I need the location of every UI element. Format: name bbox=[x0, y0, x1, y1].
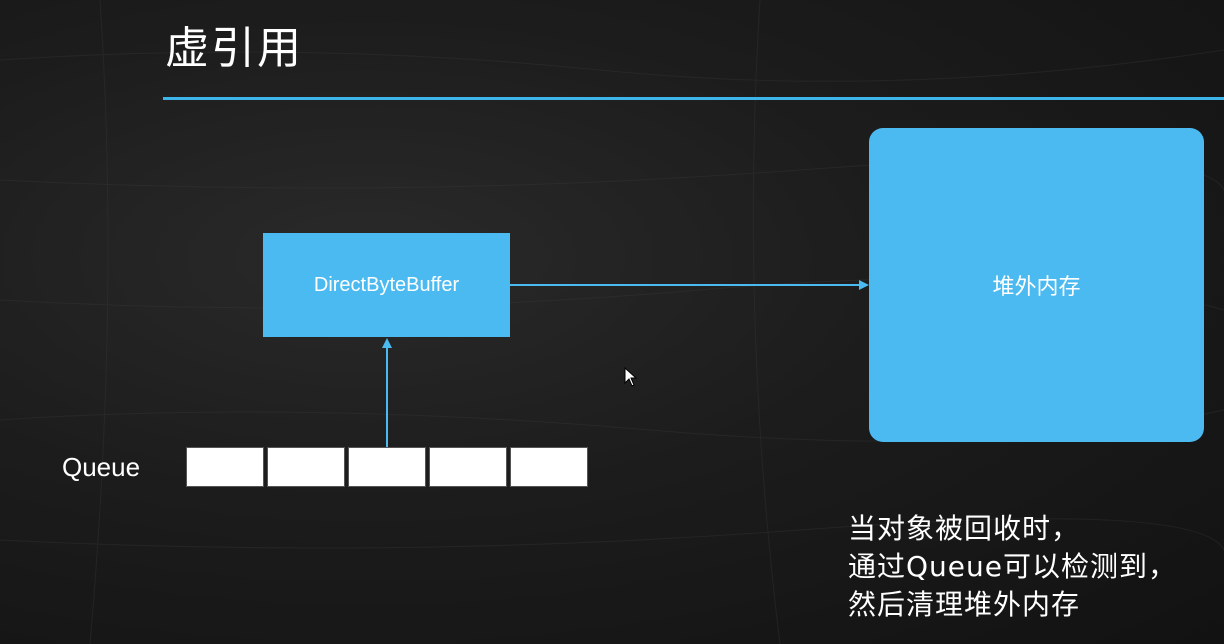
mouse-cursor-icon bbox=[624, 367, 638, 387]
queue-cell bbox=[186, 447, 264, 487]
queue-cell bbox=[348, 447, 426, 487]
queue-to-buffer-arrowhead bbox=[382, 338, 392, 348]
note-line: 当对象被回收时， bbox=[848, 512, 1081, 545]
queue-cell bbox=[429, 447, 507, 487]
queue-cell bbox=[510, 447, 588, 487]
buffer-to-offheap-arrowhead bbox=[859, 280, 869, 290]
queue-label: Queue bbox=[62, 452, 141, 482]
note-line: 通过Queue可以检测到， bbox=[848, 550, 1177, 583]
slide: 虚引用 DirectByteBuffer 堆外内存 Queue 当对象被回收时，… bbox=[0, 0, 1224, 644]
queue-cell bbox=[267, 447, 345, 487]
note-line: 然后清理堆外内存 bbox=[848, 588, 1081, 621]
queue bbox=[186, 447, 588, 487]
explanation-note: 当对象被回收时， 通过Queue可以检测到， 然后清理堆外内存 bbox=[848, 510, 1177, 624]
